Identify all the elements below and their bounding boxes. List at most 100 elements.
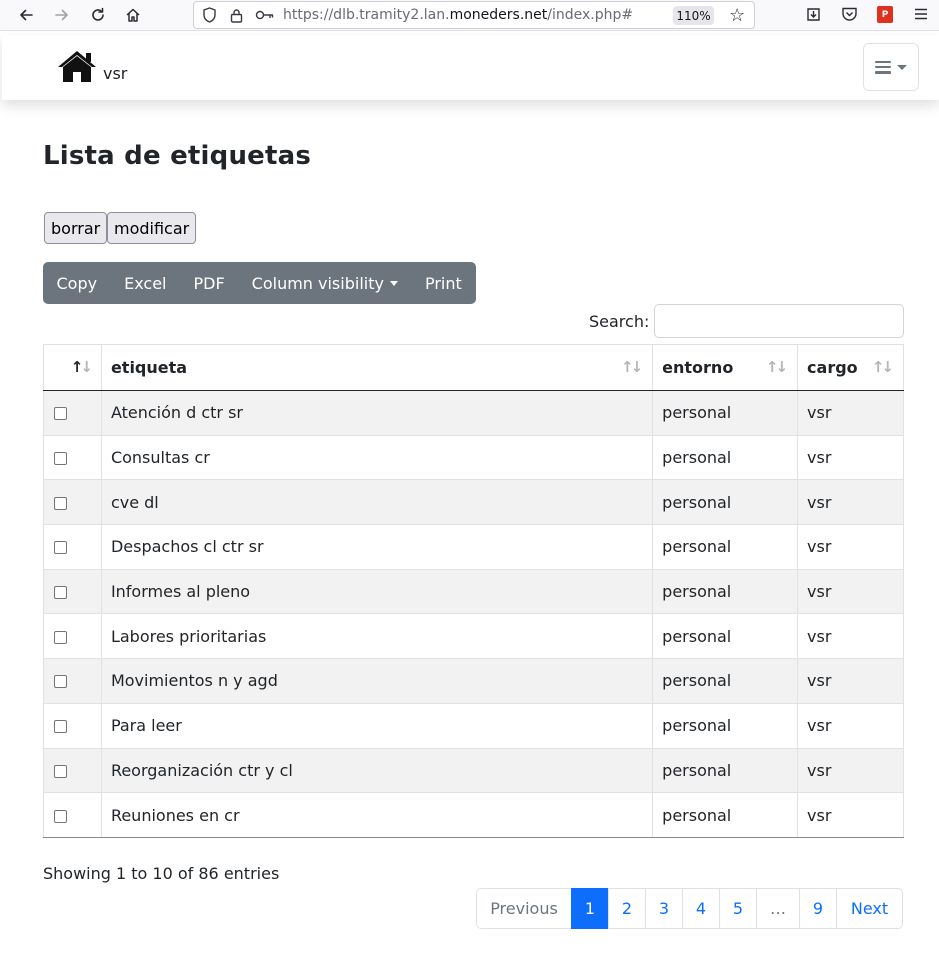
sort-icon: ↑↓ — [70, 358, 93, 376]
etiqueta-cell: Consultas cr — [101, 435, 654, 481]
column-visibility-button[interactable]: Column visibility — [238, 262, 411, 304]
caret-down-icon — [389, 280, 398, 286]
app-navbar: vsr — [2, 35, 939, 100]
table-row[interactable]: Labores prioritarias personal vsr — [43, 613, 904, 660]
page-button-4[interactable]: 4 — [682, 888, 720, 929]
zoom-badge[interactable]: 110% — [673, 6, 714, 25]
cargo-cell: vsr — [797, 792, 904, 838]
brand-text[interactable]: vsr — [103, 64, 127, 83]
pdf-button[interactable]: PDF — [180, 262, 238, 304]
row-checkbox[interactable] — [54, 541, 67, 555]
pocket-icon[interactable] — [839, 4, 859, 24]
row-checkbox[interactable] — [54, 496, 67, 510]
page-button-1[interactable]: 1 — [571, 888, 609, 929]
select-column-header[interactable]: ↑↓ — [43, 344, 102, 391]
row-checkbox[interactable] — [54, 720, 67, 734]
etiqueta-cell: Reuniones en cr — [101, 792, 654, 838]
entorno-cell: personal — [652, 569, 799, 615]
search-input[interactable] — [654, 304, 904, 338]
cargo-cell: vsr — [797, 569, 904, 615]
entorno-cell: personal — [652, 792, 799, 838]
row-select-cell — [43, 435, 102, 481]
forward-icon[interactable] — [49, 3, 75, 27]
row-checkbox[interactable] — [54, 630, 67, 644]
next-page-button[interactable]: Next — [836, 888, 903, 929]
table-row[interactable]: cve dl personal vsr — [43, 479, 904, 526]
borrar-button[interactable]: borrar — [44, 212, 108, 244]
page-button-3[interactable]: 3 — [645, 888, 683, 929]
cargo-cell: vsr — [797, 613, 904, 660]
entorno-cell: personal — [652, 435, 799, 481]
sort-icon: ↑↓ — [871, 358, 894, 376]
entorno-cell: personal — [652, 479, 799, 526]
column-header-label: etiqueta — [110, 358, 188, 377]
lock-icon[interactable] — [227, 6, 245, 24]
entorno-cell: personal — [652, 524, 799, 570]
table-row[interactable]: Atención d ctr sr personal vsr — [43, 390, 904, 436]
table-row[interactable]: Reorganización ctr y cl personal vsr — [43, 748, 904, 794]
row-checkbox[interactable] — [54, 764, 67, 778]
url-domain: moneders.net — [449, 7, 548, 23]
page-button-2[interactable]: 2 — [608, 888, 646, 929]
back-icon[interactable] — [13, 3, 39, 27]
cargo-cell: vsr — [797, 524, 904, 570]
table-row[interactable]: Reuniones en cr personal vsr — [43, 792, 904, 838]
navbar-toggle-button[interactable] — [863, 43, 919, 91]
row-select-cell — [43, 658, 102, 704]
entorno-cell: personal — [652, 613, 799, 660]
modificar-button[interactable]: modificar — [107, 212, 197, 244]
etiqueta-cell: cve dl — [101, 479, 654, 526]
home-icon[interactable] — [56, 49, 98, 85]
cargo-cell: vsr — [797, 435, 904, 481]
cargo-cell: vsr — [797, 658, 904, 704]
pdf-extension-icon[interactable]: P — [877, 6, 893, 23]
cargo-cell: vsr — [797, 703, 904, 749]
row-checkbox[interactable] — [54, 809, 67, 823]
etiqueta-cell: Para leer — [101, 703, 654, 749]
entorno-cell: personal — [652, 748, 799, 794]
row-checkbox[interactable] — [54, 586, 67, 600]
row-checkbox[interactable] — [54, 452, 67, 466]
table-row[interactable]: Movimientos n y agd personal vsr — [43, 658, 904, 704]
print-button[interactable]: Print — [411, 262, 475, 304]
address-bar[interactable]: https://dlb.tramity2.lan.moneders.net/in… — [193, 1, 755, 29]
pocket-save-icon[interactable] — [803, 4, 823, 24]
search-label: Search: — [589, 312, 650, 331]
row-select-cell — [43, 569, 102, 615]
column-header-cargo[interactable]: cargo ↑↓ — [797, 344, 904, 391]
reload-icon[interactable] — [85, 3, 111, 27]
etiqueta-cell: Reorganización ctr y cl — [101, 748, 654, 794]
export-button-group: Copy Excel PDF Column visibility Print — [43, 262, 476, 304]
cargo-cell: vsr — [797, 748, 904, 794]
row-select-cell — [43, 703, 102, 749]
etiqueta-cell: Despachos cl ctr sr — [101, 524, 654, 570]
etiqueta-cell: Atención d ctr sr — [101, 390, 654, 436]
key-icon[interactable] — [254, 6, 276, 24]
column-header-label: cargo — [807, 358, 858, 377]
url-text[interactable]: https://dlb.tramity2.lan.moneders.net/in… — [283, 7, 633, 23]
table-row[interactable]: Para leer personal vsr — [43, 703, 904, 749]
column-header-etiqueta[interactable]: etiqueta ↑↓ — [101, 344, 654, 391]
sort-icon: ↑↓ — [621, 358, 643, 376]
etiqueta-cell: Informes al pleno — [101, 569, 654, 615]
row-select-cell — [43, 613, 102, 660]
app-menu-icon[interactable] — [911, 4, 931, 24]
cargo-cell: vsr — [797, 479, 904, 526]
row-select-cell — [43, 390, 102, 436]
table-row[interactable]: Consultas cr personal vsr — [43, 435, 904, 481]
page-button-9[interactable]: 9 — [799, 888, 837, 929]
bookmark-star-icon[interactable]: ☆ — [729, 5, 745, 26]
copy-button[interactable]: Copy — [43, 262, 111, 304]
page-title: Lista de etiquetas — [43, 141, 312, 171]
previous-page-button[interactable]: Previous — [476, 888, 572, 929]
excel-button[interactable]: Excel — [111, 262, 180, 304]
table-row[interactable]: Informes al pleno personal vsr — [43, 569, 904, 615]
column-header-entorno[interactable]: entorno ↑↓ — [652, 344, 799, 391]
home-browser-icon[interactable] — [120, 3, 146, 27]
page-button-5[interactable]: 5 — [719, 888, 757, 929]
table-row[interactable]: Despachos cl ctr sr personal vsr — [43, 524, 904, 570]
row-checkbox[interactable] — [54, 675, 67, 689]
row-checkbox[interactable] — [54, 407, 67, 421]
shield-icon[interactable] — [200, 6, 218, 24]
hamburger-icon — [875, 60, 891, 74]
